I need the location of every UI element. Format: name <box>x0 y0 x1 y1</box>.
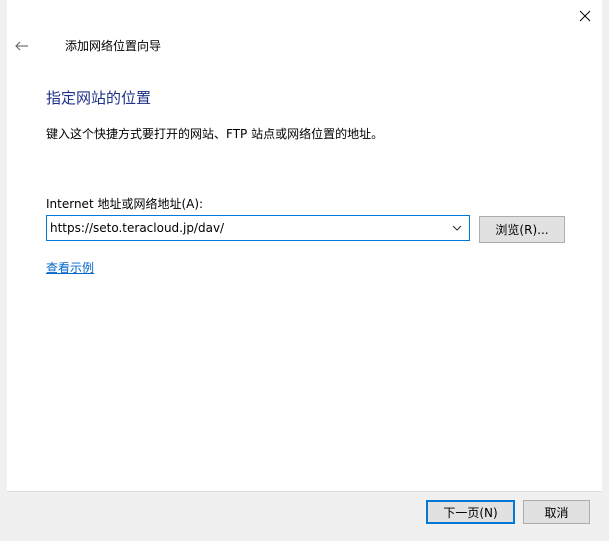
next-button[interactable]: 下一页(N) <box>426 500 515 524</box>
wizard-window: 添加网络位置向导 指定网站的位置 键入这个快捷方式要打开的网站、FTP 站点或网… <box>0 0 609 541</box>
address-label: Internet 地址或网络地址(A): <box>46 197 204 211</box>
chevron-down-icon <box>452 225 462 231</box>
page-heading: 指定网站的位置 <box>46 89 152 107</box>
wizard-content <box>7 0 602 491</box>
browse-button[interactable]: 浏览(R)... <box>479 216 565 243</box>
address-combobox[interactable] <box>46 215 470 241</box>
page-description: 键入这个快捷方式要打开的网站、FTP 站点或网络位置的地址。 <box>46 127 384 141</box>
address-dropdown-button[interactable] <box>447 216 467 240</box>
back-arrow-icon <box>15 41 28 51</box>
back-button[interactable] <box>11 36 33 56</box>
cancel-button[interactable]: 取消 <box>523 500 590 524</box>
close-button[interactable] <box>571 4 599 28</box>
address-input[interactable] <box>47 216 445 240</box>
wizard-title: 添加网络位置向导 <box>65 39 162 53</box>
close-icon <box>579 10 591 22</box>
view-examples-link[interactable]: 查看示例 <box>46 259 94 276</box>
